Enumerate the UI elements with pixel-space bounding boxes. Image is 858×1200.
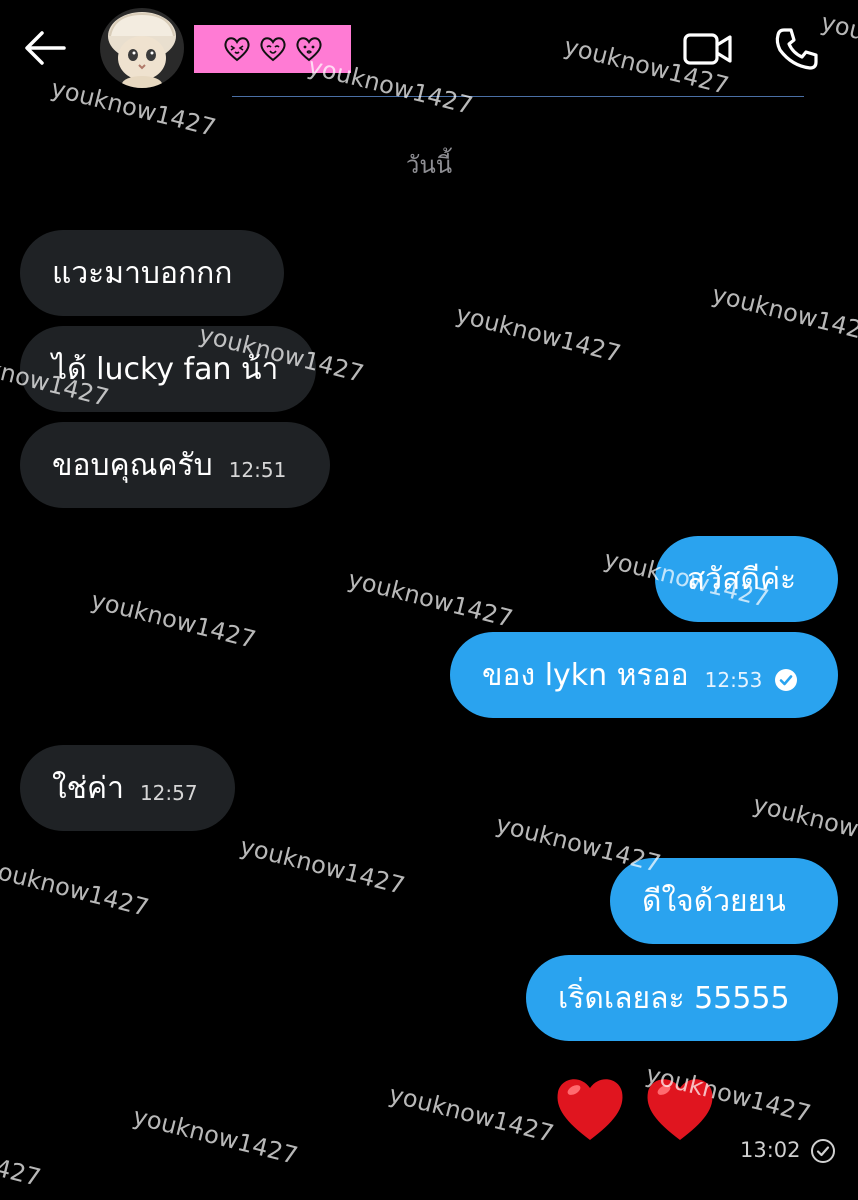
message-bubble-outgoing[interactable]: เริ่ดเลยละ 55555 xyxy=(526,955,838,1041)
message-time: 12:53 xyxy=(704,668,763,692)
video-camera-icon[interactable] xyxy=(682,28,734,70)
phone-icon[interactable] xyxy=(774,26,820,72)
watermark: youknow1427 xyxy=(0,854,152,922)
watermark: youknow1427 xyxy=(386,1080,557,1148)
date-separator: วันนี้ xyxy=(405,151,453,179)
heart-face-icon xyxy=(223,37,250,62)
message-text: เริ่ดเลยละ 55555 xyxy=(558,980,790,1016)
contact-name[interactable] xyxy=(194,25,351,73)
message-bubble-outgoing[interactable]: สวัสดีค่ะ xyxy=(655,536,838,622)
watermark: youknow1427 xyxy=(88,586,259,654)
message-time: 13:02 xyxy=(740,1138,801,1162)
heart-emoji-message[interactable] xyxy=(552,1070,718,1146)
message-time: 12:57 xyxy=(139,781,198,805)
arrow-left-icon[interactable] xyxy=(22,28,68,68)
watermark: youknow1427 xyxy=(130,1102,301,1170)
message-bubble-outgoing[interactable]: ดีใจด้วยยน xyxy=(610,858,838,944)
red-heart-icon xyxy=(647,1079,713,1140)
chat-header xyxy=(0,0,858,100)
heart-face-icon xyxy=(259,37,286,62)
avatar[interactable] xyxy=(100,8,184,88)
red-heart-icon xyxy=(557,1079,623,1140)
sent-check-icon xyxy=(811,1139,835,1163)
watermark: youknow1427 xyxy=(345,565,516,633)
message-text: ได้ lucky fan น้า xyxy=(52,351,279,387)
watermark: youknow1427 xyxy=(237,832,408,900)
message-text: สวัสดีค่ะ xyxy=(687,561,797,597)
header-divider xyxy=(232,96,804,97)
watermark: youknow1427 xyxy=(0,1124,44,1192)
read-check-icon xyxy=(775,669,798,691)
watermark: youknow1427 xyxy=(453,300,624,368)
message-bubble-incoming[interactable]: ขอบคุณครับ 12:51 xyxy=(20,422,330,508)
message-text: แวะมาบอกกก xyxy=(52,255,233,291)
message-bubble-incoming[interactable]: ใช่ค่า 12:57 xyxy=(20,745,235,831)
watermark: youknow1427 xyxy=(709,280,858,348)
heart-face-icon xyxy=(295,37,322,62)
message-text: ใช่ค่า xyxy=(52,770,124,806)
watermark: youknow1427 xyxy=(750,790,858,858)
message-bubble-incoming[interactable]: แวะมาบอกกก xyxy=(20,230,284,316)
message-bubble-incoming[interactable]: ได้ lucky fan น้า xyxy=(20,326,316,412)
message-text: ดีใจด้วยยน xyxy=(642,883,786,919)
message-time: 12:51 xyxy=(228,458,287,482)
message-text: ขอบคุณครับ xyxy=(52,447,213,483)
message-bubble-outgoing[interactable]: ของ lykn หรออ 12:53 xyxy=(450,632,838,718)
kitten-avatar-icon xyxy=(108,12,176,88)
message-text: ของ lykn หรออ xyxy=(482,657,689,693)
